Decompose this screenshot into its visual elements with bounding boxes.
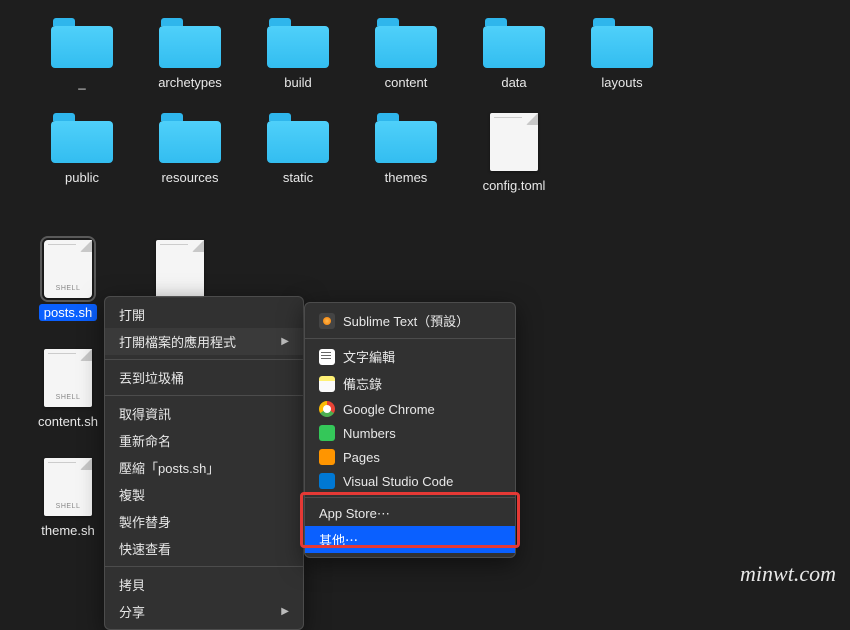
folder-icon bbox=[375, 113, 437, 163]
folder-item[interactable]: themes bbox=[352, 113, 460, 194]
textedit-icon bbox=[319, 349, 335, 365]
folder-icon bbox=[267, 113, 329, 163]
ctx-compress[interactable]: 壓縮「posts.sh」 bbox=[105, 454, 303, 481]
numbers-icon bbox=[319, 425, 335, 441]
app-numbers[interactable]: Numbers bbox=[305, 421, 515, 445]
notes-icon bbox=[319, 376, 335, 392]
folder-label: public bbox=[60, 169, 104, 186]
ctx-copy[interactable]: 拷貝 bbox=[105, 571, 303, 598]
folder-label: archetypes bbox=[153, 74, 227, 91]
folder-icon bbox=[483, 18, 545, 68]
shell-file-icon: SHELL bbox=[44, 240, 92, 298]
app-notes[interactable]: 備忘錄 bbox=[305, 370, 515, 397]
file-label: posts.sh bbox=[39, 304, 97, 321]
app-textedit[interactable]: 文字編輯 bbox=[305, 343, 515, 370]
shell-file-icon: SHELL bbox=[44, 458, 92, 516]
context-menu: 打開 打開檔案的應用程式▶ 丟到垃圾桶 取得資訊 重新命名 壓縮「posts.s… bbox=[104, 296, 304, 630]
open-with-submenu: Sublime Text（預設） 文字編輯 備忘錄 Google Chrome … bbox=[304, 302, 516, 558]
menu-separator bbox=[105, 395, 303, 396]
vscode-icon bbox=[319, 473, 335, 489]
shell-files-column: SHELL posts.sh SHELL content.sh SHELL th… bbox=[28, 240, 108, 567]
file-label: content.sh bbox=[33, 413, 103, 430]
folder-icon bbox=[51, 18, 113, 68]
ctx-open-with[interactable]: 打開檔案的應用程式▶ bbox=[105, 328, 303, 355]
folder-item[interactable]: data bbox=[460, 18, 568, 91]
menu-separator bbox=[105, 359, 303, 360]
document-icon bbox=[490, 113, 538, 171]
folder-item[interactable]: content bbox=[352, 18, 460, 91]
menu-separator bbox=[305, 497, 515, 498]
file-item-theme-sh[interactable]: SHELL theme.sh bbox=[28, 458, 108, 539]
file-label: theme.sh bbox=[36, 522, 99, 539]
folder-icon bbox=[51, 113, 113, 163]
ctx-alias[interactable]: 製作替身 bbox=[105, 508, 303, 535]
file-item[interactable]: config.toml bbox=[460, 113, 568, 194]
chevron-right-icon: ▶ bbox=[281, 606, 289, 617]
chrome-icon bbox=[319, 401, 335, 417]
ctx-rename[interactable]: 重新命名 bbox=[105, 427, 303, 454]
pages-icon bbox=[319, 449, 335, 465]
app-other[interactable]: 其他⋯ bbox=[305, 526, 515, 553]
ctx-quicklook[interactable]: 快速查看 bbox=[105, 535, 303, 562]
chevron-right-icon: ▶ bbox=[281, 336, 289, 347]
folder-icon bbox=[159, 113, 221, 163]
file-label: config.toml bbox=[478, 177, 551, 194]
file-item-content-sh[interactable]: SHELL content.sh bbox=[28, 349, 108, 430]
folder-label: layouts bbox=[596, 74, 647, 91]
folder-icon bbox=[591, 18, 653, 68]
folder-item[interactable]: layouts bbox=[568, 18, 676, 91]
folder-label: data bbox=[496, 74, 531, 91]
ctx-info[interactable]: 取得資訊 bbox=[105, 400, 303, 427]
app-vscode[interactable]: Visual Studio Code bbox=[305, 469, 515, 493]
folder-label: _ bbox=[73, 74, 90, 91]
menu-separator bbox=[105, 566, 303, 567]
shell-file-icon: SHELL bbox=[44, 349, 92, 407]
folder-label: themes bbox=[380, 169, 433, 186]
menu-separator bbox=[305, 338, 515, 339]
watermark: minwt.com bbox=[740, 561, 836, 587]
folder-icon bbox=[375, 18, 437, 68]
app-pages[interactable]: Pages bbox=[305, 445, 515, 469]
document-icon bbox=[156, 240, 204, 298]
ctx-open[interactable]: 打開 bbox=[105, 301, 303, 328]
folder-label: content bbox=[380, 74, 433, 91]
ctx-duplicate[interactable]: 複製 bbox=[105, 481, 303, 508]
ctx-trash[interactable]: 丟到垃圾桶 bbox=[105, 364, 303, 391]
folder-item[interactable]: build bbox=[244, 18, 352, 91]
ctx-share[interactable]: 分享▶ bbox=[105, 598, 303, 625]
folder-item[interactable]: static bbox=[244, 113, 352, 194]
folder-label: resources bbox=[156, 169, 223, 186]
app-store[interactable]: App Store⋯ bbox=[305, 502, 515, 526]
folder-label: static bbox=[278, 169, 318, 186]
app-sublime-text[interactable]: Sublime Text（預設） bbox=[305, 307, 515, 334]
folder-item[interactable]: _ bbox=[28, 18, 136, 91]
folder-item[interactable]: archetypes bbox=[136, 18, 244, 91]
folder-item[interactable]: public bbox=[28, 113, 136, 194]
app-chrome[interactable]: Google Chrome bbox=[305, 397, 515, 421]
folder-label: build bbox=[279, 74, 316, 91]
folder-icon bbox=[267, 18, 329, 68]
file-item-posts-sh[interactable]: SHELL posts.sh bbox=[28, 240, 108, 321]
folder-item[interactable]: resources bbox=[136, 113, 244, 194]
folder-icon bbox=[159, 18, 221, 68]
finder-icon-grid: _ archetypes build content data layouts … bbox=[0, 0, 780, 216]
sublime-icon bbox=[319, 313, 335, 329]
